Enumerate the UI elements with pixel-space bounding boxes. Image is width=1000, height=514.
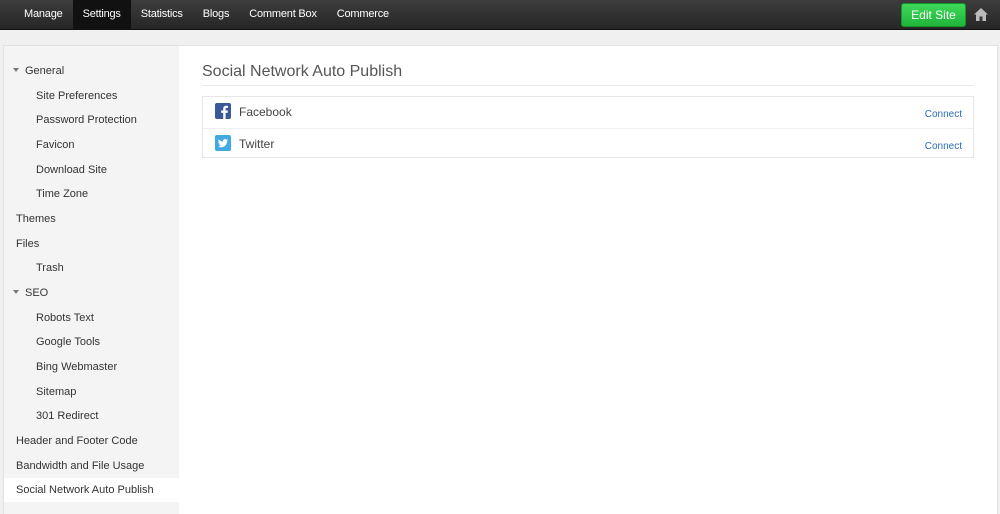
settings-sidebar: General Site Preferences Password Protec… (4, 46, 179, 514)
nav-statistics[interactable]: Statistics (131, 0, 193, 29)
nav-manage[interactable]: Manage (14, 0, 73, 29)
connect-facebook-link[interactable]: Connect (925, 109, 962, 120)
facebook-icon (215, 103, 231, 119)
network-row-twitter: Twitter Connect (203, 128, 973, 158)
network-row-facebook: Facebook Connect (203, 97, 973, 127)
home-icon[interactable] (973, 7, 989, 22)
sidebar-item-bing-webmaster[interactable]: Bing Webmaster (4, 355, 179, 379)
nav-comment-box[interactable]: Comment Box (239, 0, 327, 29)
sidebar-item-general[interactable]: General (4, 59, 179, 83)
main-nav: Manage Settings Statistics Blogs Comment… (14, 0, 399, 29)
sidebar-item-site-preferences[interactable]: Site Preferences (4, 84, 179, 108)
sidebar-item-bandwidth-file-usage[interactable]: Bandwidth and File Usage (4, 454, 179, 478)
sidebar-item-password-protection[interactable]: Password Protection (4, 108, 179, 132)
sidebar-item-header-footer-code[interactable]: Header and Footer Code (4, 429, 179, 453)
network-name: Facebook (239, 105, 292, 119)
settings-panel: General Site Preferences Password Protec… (3, 45, 998, 514)
sidebar-item-download-site[interactable]: Download Site (4, 158, 179, 182)
sidebar-item-trash[interactable]: Trash (4, 256, 179, 280)
sidebar-item-label: General (25, 65, 65, 77)
sidebar-item-seo[interactable]: SEO (4, 281, 179, 305)
network-name: Twitter (239, 137, 275, 151)
nav-commerce[interactable]: Commerce (327, 0, 399, 29)
sidebar-item-files[interactable]: Files (4, 232, 179, 256)
title-divider (202, 85, 974, 86)
twitter-icon (215, 135, 231, 151)
edit-site-button[interactable]: Edit Site (901, 3, 966, 27)
connect-twitter-link[interactable]: Connect (925, 141, 962, 152)
sidebar-item-social-network-auto-publish[interactable]: Social Network Auto Publish (4, 478, 179, 502)
sidebar-item-time-zone[interactable]: Time Zone (4, 182, 179, 206)
sidebar-item-301-redirect[interactable]: 301 Redirect (4, 404, 179, 428)
sidebar-item-google-tools[interactable]: Google Tools (4, 330, 179, 354)
page-title: Social Network Auto Publish (202, 63, 403, 80)
social-network-list: Facebook Connect Twitter Connect (202, 96, 974, 158)
sidebar-item-favicon[interactable]: Favicon (4, 133, 179, 157)
sidebar-item-robots-text[interactable]: Robots Text (4, 306, 179, 330)
nav-settings[interactable]: Settings (72, 0, 131, 29)
caret-down-icon (13, 290, 19, 295)
nav-blogs[interactable]: Blogs (193, 0, 240, 29)
top-bar: Manage Settings Statistics Blogs Comment… (0, 0, 1000, 30)
sidebar-item-label: SEO (25, 287, 49, 299)
caret-down-icon (13, 68, 19, 73)
sidebar-item-sitemap[interactable]: Sitemap (4, 380, 179, 404)
sidebar-item-themes[interactable]: Themes (4, 207, 179, 231)
